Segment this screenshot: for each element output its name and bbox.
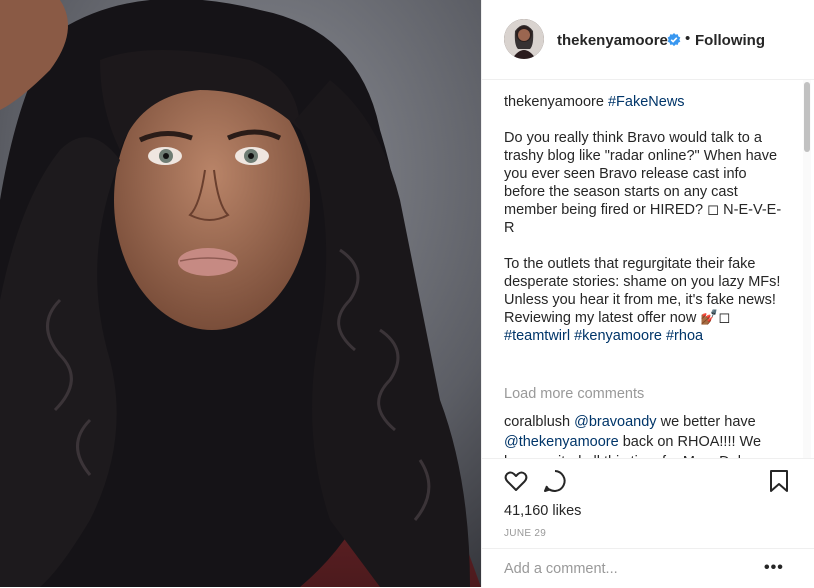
bookmark-icon[interactable] xyxy=(766,468,792,494)
comment-icon[interactable] xyxy=(542,468,568,494)
avatar[interactable] xyxy=(504,19,544,59)
comment-text-1: we better have xyxy=(656,414,756,430)
post-header: thekenyamoore • Following xyxy=(482,0,814,80)
post-side-panel: thekenyamoore • Following thekenyamoore … xyxy=(481,0,814,587)
add-comment-bar: ••• xyxy=(482,548,814,588)
comment-mention-1[interactable]: @bravoandy xyxy=(574,414,656,430)
avatar-image xyxy=(504,19,544,59)
comments-area: thekenyamoore #FakeNews Do you really th… xyxy=(482,80,814,458)
header-separator: • xyxy=(685,30,691,47)
heart-icon[interactable] xyxy=(503,468,529,494)
comment-mention-2[interactable]: @thekenyamoore xyxy=(504,434,619,450)
caption: thekenyamoore #FakeNews Do you really th… xyxy=(504,93,784,345)
comment-item: coralblush @bravoandy we better have @th… xyxy=(504,412,784,458)
caption-hashtag[interactable]: #FakeNews xyxy=(608,94,685,110)
add-comment-input[interactable] xyxy=(504,561,774,577)
load-more-comments-link[interactable]: Load more comments xyxy=(504,386,644,402)
caption-header: thekenyamoore #FakeNews xyxy=(504,93,784,111)
header-username[interactable]: thekenyamoore xyxy=(557,32,668,49)
post-actions: 41,160 likes JUNE 29 xyxy=(482,458,814,549)
caption-hashtags[interactable]: #teamtwirl #kenyamoore #rhoa xyxy=(504,327,784,345)
post-photo[interactable] xyxy=(0,0,481,587)
caption-paragraph-2: To the outlets that regurgitate their fa… xyxy=(504,256,781,326)
comments-scrollbar[interactable] xyxy=(803,80,811,458)
post-date: JUNE 29 xyxy=(504,528,547,539)
more-options-icon[interactable]: ••• xyxy=(764,559,784,577)
caption-username[interactable]: thekenyamoore xyxy=(504,94,604,110)
scrollbar-thumb[interactable] xyxy=(804,82,810,152)
likes-count[interactable]: 41,160 likes xyxy=(504,503,581,519)
post-photo-graphic xyxy=(0,0,481,587)
caption-paragraph-1: Do you really think Bravo would talk to … xyxy=(504,130,782,236)
following-button[interactable]: Following xyxy=(695,32,765,49)
comment-username[interactable]: coralblush xyxy=(504,414,570,430)
verified-badge-icon xyxy=(667,33,681,47)
